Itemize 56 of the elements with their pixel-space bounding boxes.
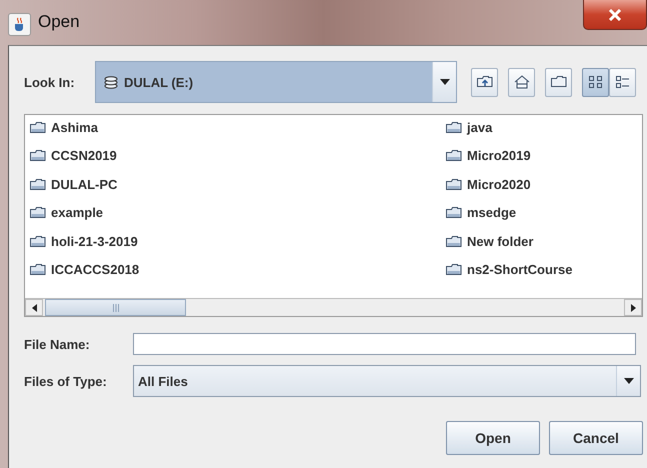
list-view-button[interactable] <box>582 68 609 96</box>
folder-icon <box>446 178 462 191</box>
cancel-button[interactable]: Cancel <box>549 421 643 455</box>
caret-icon <box>440 79 450 85</box>
folder-icon <box>446 206 462 220</box>
folder-name[interactable]: example <box>51 205 104 220</box>
folder-icon <box>446 120 462 134</box>
folder-name[interactable]: DULAL-PC <box>51 176 118 192</box>
folder-name[interactable]: Ashima <box>51 120 98 135</box>
folder-name[interactable]: CCSN2019 <box>51 148 117 164</box>
horizontal-scrollbar[interactable] <box>25 298 642 316</box>
folder-icon <box>446 234 462 248</box>
file-type-label: Files of Type: <box>24 374 108 388</box>
folder-icon <box>30 263 46 276</box>
folder-icon <box>30 178 46 191</box>
folder-name[interactable]: msedge <box>467 205 516 220</box>
folder-icon <box>30 234 46 248</box>
folder-icon <box>550 75 566 89</box>
folder-name[interactable]: ns2-ShortCourse <box>467 262 572 278</box>
caret-icon <box>624 378 634 384</box>
dropdown-arrow-button[interactable] <box>432 62 456 102</box>
dropdown-arrow-button[interactable] <box>616 366 640 396</box>
look-in-value: DULAL (E:) <box>124 74 194 90</box>
folder-name[interactable]: holi-21-3-2019 <box>51 234 138 249</box>
file-type-dropdown[interactable]: All Files <box>133 365 641 397</box>
home-button[interactable] <box>508 68 535 96</box>
folder-name[interactable]: New folder <box>467 234 534 249</box>
scroll-right-icon <box>630 304 636 312</box>
folder-icon <box>446 263 462 276</box>
close-button[interactable] <box>583 0 647 30</box>
grip-icon <box>112 304 118 312</box>
scroll-left-icon <box>32 304 36 312</box>
details-icon <box>615 75 630 89</box>
folder-name[interactable]: ICCACCS2018 <box>51 262 140 278</box>
folder-name[interactable]: java <box>467 120 492 135</box>
folder-name[interactable]: Micro2019 <box>467 148 531 164</box>
close-icon <box>608 8 622 20</box>
drive-icon <box>104 76 118 88</box>
folder-name[interactable]: Micro2020 <box>467 176 531 192</box>
folder-up-icon <box>476 75 492 89</box>
details-view-button[interactable] <box>609 68 636 96</box>
new-folder-button[interactable] <box>545 68 572 96</box>
file-type-value: All Files <box>138 374 188 388</box>
look-in-dropdown[interactable]: DULAL (E:) <box>95 61 457 103</box>
file-name-label: File Name: <box>24 336 91 352</box>
folder-icon <box>30 149 46 162</box>
window-title: Open <box>38 12 80 32</box>
home-icon <box>514 75 530 89</box>
look-in-label: Look In: <box>24 74 76 90</box>
folder-icon <box>446 149 462 162</box>
folder-icon <box>30 206 46 220</box>
folder-icon <box>30 120 46 134</box>
file-name-field[interactable] <box>133 333 636 355</box>
open-button[interactable]: Open <box>446 421 540 455</box>
up-folder-button[interactable] <box>471 68 498 96</box>
grid-icon <box>588 75 603 89</box>
